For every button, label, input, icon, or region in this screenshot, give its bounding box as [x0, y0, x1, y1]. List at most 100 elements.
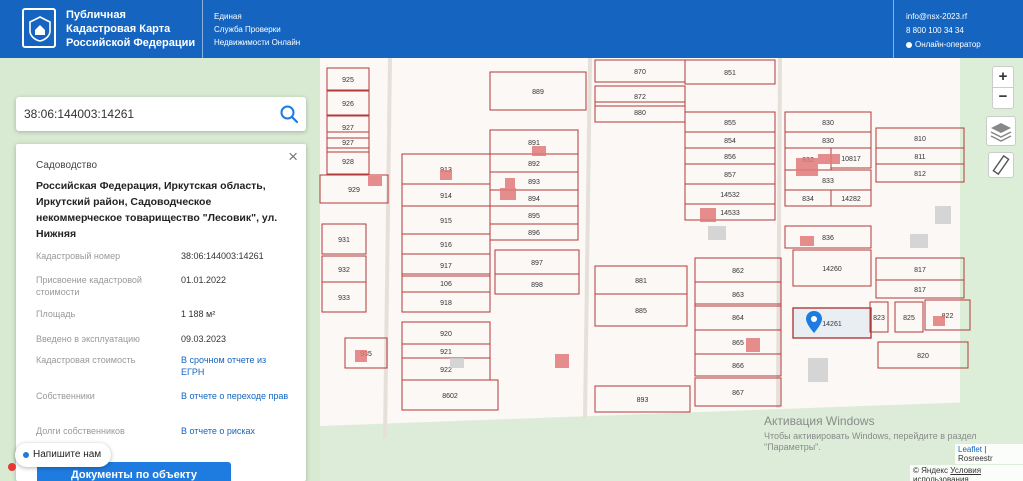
plot-number: 14532: [720, 192, 740, 199]
search-input[interactable]: [24, 104, 274, 124]
plot-number: 830: [822, 120, 834, 127]
info-label: Кадастровая стоимость: [36, 355, 136, 365]
plot-number: 812: [914, 171, 926, 178]
plot-number: 898: [531, 282, 543, 289]
online-operator-label: Онлайн-оператор: [915, 40, 981, 49]
plot-number: 863: [732, 292, 744, 299]
plot-number: 891: [528, 140, 540, 147]
debts-link[interactable]: В отчете о рисках: [181, 425, 291, 437]
plot-number: 867: [732, 390, 744, 397]
plot-number: 857: [724, 172, 736, 179]
building: [708, 226, 726, 240]
plot-number: 928: [342, 159, 354, 166]
building: [935, 206, 951, 224]
phone-link[interactable]: 8 800 100 34 34: [906, 24, 981, 38]
online-operator-link[interactable]: Онлайн-оператор: [906, 38, 981, 52]
owners-link[interactable]: В отчете о переходе прав: [181, 390, 291, 402]
email-link[interactable]: info@nsx-2023.rf: [906, 10, 981, 24]
plot-number: 897: [531, 260, 543, 267]
header-divider: [202, 0, 203, 58]
service-title: Единая Служба Проверки Недвижимости Онла…: [214, 10, 300, 49]
house-shield-icon: [29, 16, 51, 42]
map-attribution: Leaflet | Rosreestr: [955, 444, 1023, 464]
zoom-out-button[interactable]: −: [992, 87, 1014, 109]
info-value: 38:06:144003:14261: [181, 251, 264, 261]
layers-button[interactable]: [986, 116, 1016, 146]
building: [818, 154, 840, 164]
building: [532, 146, 546, 156]
plot-number: 836: [822, 235, 834, 242]
leaflet-link[interactable]: Leaflet: [958, 445, 982, 454]
plot-number: 914: [440, 193, 452, 200]
rosreestr-link[interactable]: Rosreestr: [958, 454, 993, 463]
plot-number: 834: [802, 196, 814, 203]
plot-number: 929: [348, 187, 360, 194]
yandex-copyright: © Яндекс: [913, 466, 949, 475]
info-label: Долги собственников: [36, 426, 125, 436]
plot-number: 106: [440, 281, 452, 288]
plot-number: 880: [634, 110, 646, 117]
plot-number: 10817: [841, 156, 861, 163]
measure-button[interactable]: [988, 152, 1014, 178]
info-value: 1 188 м²: [181, 309, 216, 319]
building: [450, 358, 464, 368]
building: [796, 158, 818, 176]
plot-number: 830: [822, 138, 834, 145]
plot-number: 931: [338, 237, 350, 244]
ruler-icon: [992, 154, 1010, 176]
info-value: 01.01.2022: [181, 275, 227, 285]
brand-line: Кадастровая Карта: [66, 23, 171, 35]
plot-number: 14282: [841, 196, 861, 203]
plot-number: 881: [635, 278, 647, 285]
service-line: Служба Проверки: [214, 25, 281, 34]
plot-number: 920: [440, 331, 452, 338]
plot-number: 932: [338, 267, 350, 274]
plot-number: 833: [822, 178, 834, 185]
plot-number: 8602: [442, 393, 458, 400]
plot-number: 851: [724, 70, 736, 77]
plot-number: 855: [724, 120, 736, 127]
plot-number: 893: [637, 397, 649, 404]
plot-number: 864: [732, 315, 744, 322]
plot-number: 933: [338, 295, 350, 302]
plot-number: 14260: [822, 266, 842, 273]
plot-number: 862: [732, 268, 744, 275]
plot-number: 922: [440, 367, 452, 374]
building: [808, 358, 828, 382]
road: [776, 58, 782, 409]
selected-plot[interactable]: [792, 307, 872, 339]
info-label: Присвоение кадастровой стоимости: [36, 275, 142, 297]
info-label: Кадастровый номер: [36, 251, 121, 261]
plot-number: 810: [914, 136, 926, 143]
plot-number: 817: [914, 267, 926, 274]
site-logo[interactable]: [22, 8, 56, 48]
info-value: 09.03.2023: [181, 334, 227, 344]
building: [500, 188, 516, 200]
search-box: [16, 97, 306, 131]
plot-number: 856: [724, 154, 736, 161]
building: [700, 208, 716, 222]
zoom-in-button[interactable]: +: [992, 66, 1014, 88]
search-icon[interactable]: [278, 103, 300, 125]
plot-number: 895: [528, 213, 540, 220]
service-line: Единая: [214, 12, 242, 21]
plot-number: 825: [903, 315, 915, 322]
plot-number: 823: [873, 315, 885, 322]
plot-number: 927: [342, 140, 354, 147]
plot-number: 896: [528, 230, 540, 237]
cadastral-value-link[interactable]: В срочном отчете из ЕГРН: [181, 354, 291, 378]
building: [440, 170, 452, 180]
building: [746, 338, 760, 352]
close-icon[interactable]: ×: [288, 148, 298, 165]
plot-number: 870: [634, 69, 646, 76]
plot-number: 14533: [720, 210, 740, 217]
building: [555, 354, 569, 368]
plot-number: 925: [342, 77, 354, 84]
plot-number: 926: [342, 101, 354, 108]
service-line: Недвижимости Онлайн: [214, 38, 301, 47]
building: [505, 178, 515, 188]
brand-title[interactable]: Публичная Кадастровая Карта Российской Ф…: [66, 8, 206, 50]
brand-line: Российской Федерации: [66, 37, 196, 49]
info-label: Собственники: [36, 391, 95, 401]
chat-button[interactable]: Напишите нам: [15, 443, 112, 467]
